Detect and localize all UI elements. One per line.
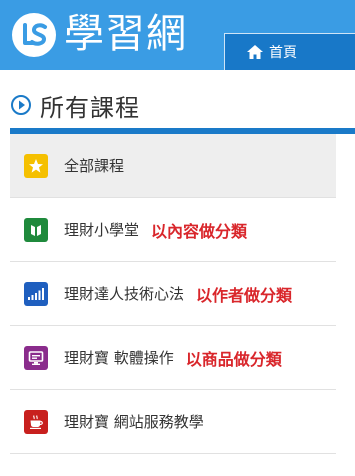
category-item-software-operation[interactable]: 理財寶 軟體操作 以商品做分類 bbox=[10, 326, 336, 390]
circle-play-icon bbox=[11, 95, 31, 115]
category-label: 理財小學堂 bbox=[64, 221, 140, 239]
home-icon bbox=[247, 45, 263, 59]
page-title: 所有課程 bbox=[40, 93, 140, 122]
signal-bars-icon bbox=[24, 281, 48, 306]
coffee-cup-icon bbox=[24, 409, 48, 434]
category-label: 理財達人技術心法 bbox=[64, 285, 185, 303]
category-label: 理財寶 軟體操作 bbox=[64, 349, 174, 367]
site-title[interactable]: 學習網 bbox=[64, 10, 187, 58]
category-note: 以作者做分類 bbox=[196, 285, 293, 305]
home-nav-tab[interactable]: 首頁 bbox=[224, 33, 355, 70]
category-note: 以內容做分類 bbox=[151, 221, 248, 241]
logo-icon[interactable] bbox=[12, 13, 56, 57]
home-tab-label: 首頁 bbox=[269, 45, 297, 61]
book-icon bbox=[24, 217, 48, 242]
top-header: 學習網 首頁 bbox=[0, 0, 355, 70]
category-label: 理財寶 網站服務教學 bbox=[64, 413, 204, 431]
monitor-icon bbox=[24, 345, 48, 370]
category-item-website-services[interactable]: 理財寶 網站服務教學 bbox=[10, 390, 336, 454]
category-label: 全部課程 bbox=[64, 157, 125, 175]
category-item-finance-school[interactable]: 理財小學堂 以內容做分類 bbox=[10, 198, 336, 262]
category-item-all[interactable]: 全部課程 bbox=[10, 134, 336, 198]
star-icon bbox=[24, 153, 48, 178]
category-list: 全部課程 理財小學堂 以內容做分類 理財達人技術心法 以作者做分類 理財寶 軟體… bbox=[10, 134, 336, 454]
category-note: 以商品做分類 bbox=[185, 349, 282, 369]
category-item-expert-methods[interactable]: 理財達人技術心法 以作者做分類 bbox=[10, 262, 336, 326]
section-heading: 所有課程 bbox=[10, 88, 140, 122]
